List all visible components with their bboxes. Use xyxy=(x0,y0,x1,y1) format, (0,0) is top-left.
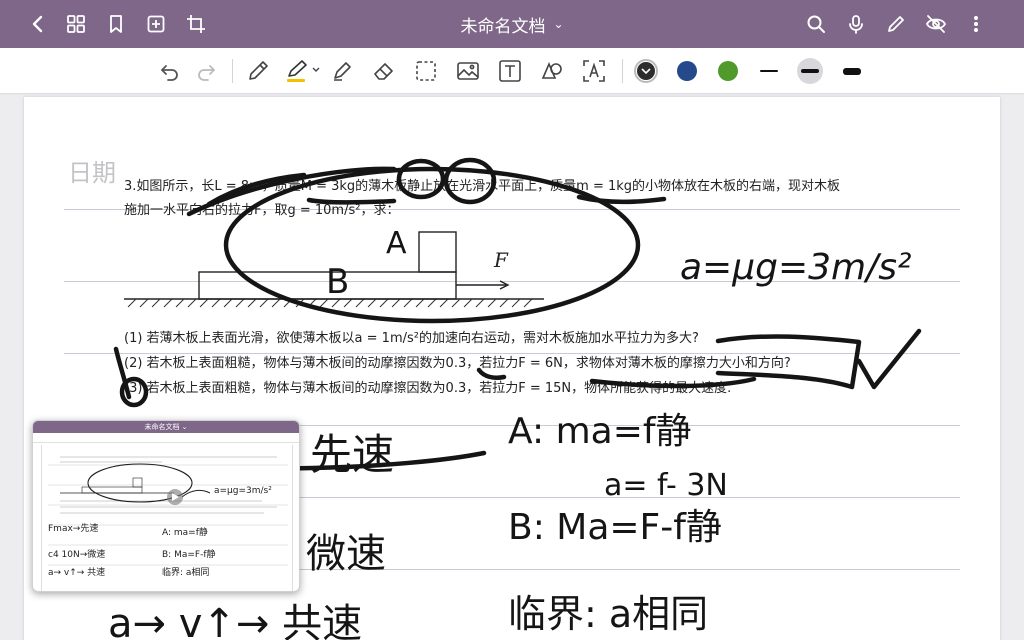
eraser-icon[interactable] xyxy=(370,57,398,85)
back-icon[interactable] xyxy=(26,12,50,36)
preview-page: Fmax→先速 c4 10N→微速 a→ v↑→ 共速 A: ma=f静 B: … xyxy=(41,445,293,591)
color-black-swatch[interactable] xyxy=(632,57,660,85)
plank-rect xyxy=(198,271,457,300)
force-label: F xyxy=(493,248,509,272)
preview-note-4: A: ma=f静 xyxy=(162,526,208,538)
preview-note-5: B: Ma=F-f静 xyxy=(162,548,215,560)
ocr-icon[interactable] xyxy=(580,57,608,85)
preview-note-6: 临界: a相同 xyxy=(162,566,209,578)
pencil-icon[interactable] xyxy=(244,57,272,85)
pen-icon[interactable] xyxy=(884,12,908,36)
redo-icon[interactable] xyxy=(192,57,220,85)
text-icon[interactable] xyxy=(496,57,524,85)
stroke-thick[interactable] xyxy=(838,57,866,85)
title-bar: 未命名文档 ⌄ xyxy=(0,0,1024,48)
shape-icon[interactable] xyxy=(538,57,566,85)
crop-icon[interactable] xyxy=(184,12,208,36)
block-rect xyxy=(418,231,457,273)
undo-icon[interactable] xyxy=(156,57,184,85)
preview-note-3: a→ v↑→ 共速 xyxy=(48,567,105,578)
tool-bar xyxy=(0,48,1024,94)
bookmark-icon[interactable] xyxy=(104,12,128,36)
preview-toolbar xyxy=(33,433,299,443)
preview-note-7: a=μg=3m/s² xyxy=(214,486,272,496)
more-icon[interactable] xyxy=(964,12,988,36)
thumbnail-preview[interactable]: 未命名文档 ⌄ Fmax→先速 c4 10N→微速 a→ v↑→ 共速 A: m… xyxy=(32,420,300,592)
marker-icon[interactable] xyxy=(328,57,356,85)
search-icon[interactable] xyxy=(804,12,828,36)
color-green-swatch[interactable] xyxy=(714,57,742,85)
chevron-down-icon[interactable]: ⌄ xyxy=(553,17,563,31)
preview-note-1: Fmax→先速 xyxy=(48,522,98,534)
image-icon[interactable] xyxy=(454,57,482,85)
stroke-thin[interactable] xyxy=(755,57,783,85)
divider xyxy=(622,59,623,83)
highlighter-icon[interactable] xyxy=(282,57,324,85)
stroke-medium[interactable] xyxy=(796,57,824,85)
lasso-icon[interactable] xyxy=(412,57,440,85)
divider xyxy=(232,59,233,83)
document-title[interactable]: 未命名文档 xyxy=(460,12,545,37)
preview-title: 未命名文档 ⌄ xyxy=(33,421,299,433)
add-page-icon[interactable] xyxy=(144,12,168,36)
microphone-icon[interactable] xyxy=(844,12,868,36)
grid-icon[interactable] xyxy=(64,12,88,36)
hide-icon[interactable] xyxy=(924,12,948,36)
preview-note-2: c4 10N→微速 xyxy=(48,548,105,560)
color-blue-swatch[interactable] xyxy=(673,57,701,85)
